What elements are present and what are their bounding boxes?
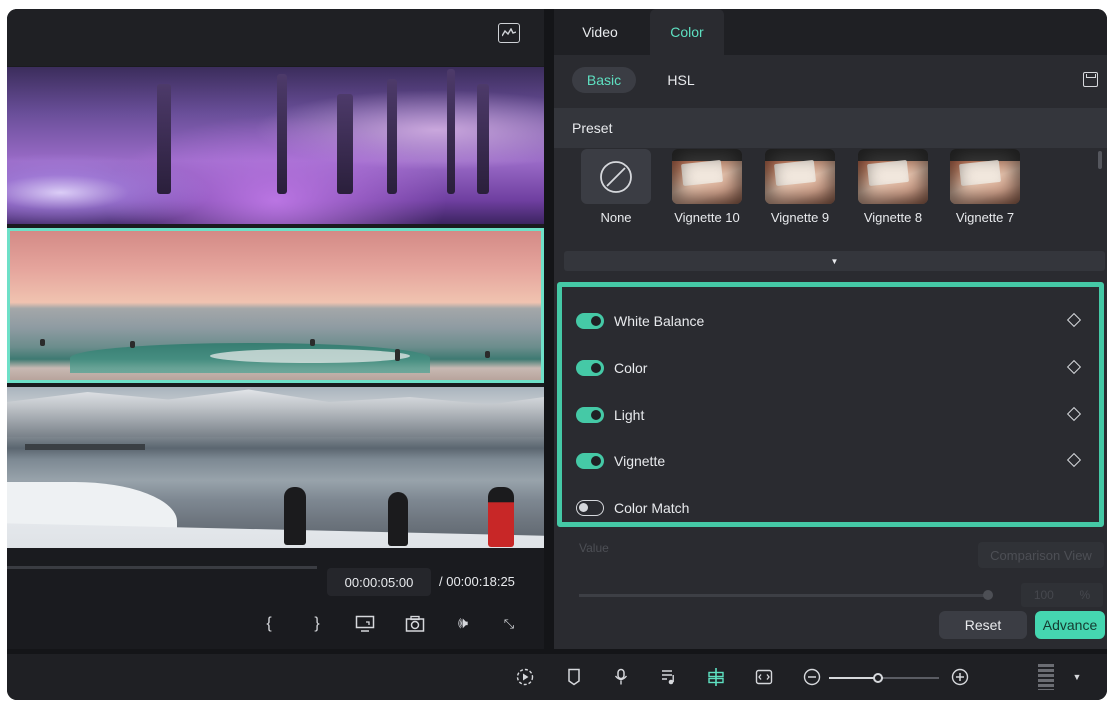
adjustment-label: Color <box>614 360 648 376</box>
preview-clip-surf <box>7 228 544 383</box>
microphone-icon[interactable] <box>610 666 632 688</box>
zoom-slider-knob[interactable] <box>873 673 883 683</box>
adjustment-row-light: Light <box>576 403 1091 427</box>
zoom-out-icon[interactable] <box>801 666 823 688</box>
preset-thumbnail <box>765 149 835 204</box>
vignette-toggle[interactable] <box>576 453 604 469</box>
value-label: Value <box>579 541 609 555</box>
adjustment-label: White Balance <box>614 313 705 329</box>
keyframe-icon[interactable] <box>1066 359 1082 375</box>
playback-progress[interactable] <box>7 566 317 569</box>
expand-icon[interactable]: ⤡ <box>498 613 520 635</box>
preset-thumbnail <box>950 149 1020 204</box>
subtab-basic[interactable]: Basic <box>572 67 636 93</box>
mark-out-button[interactable]: } <box>307 613 327 635</box>
current-timecode[interactable]: 00:00:05:00 <box>327 568 431 596</box>
white-balance-toggle[interactable] <box>576 313 604 329</box>
mark-in-button[interactable]: { <box>259 613 279 635</box>
preset-label: Vignette 10 <box>674 210 740 225</box>
preview-clip-forest <box>7 67 544 224</box>
adjustment-row-vignette: Vignette <box>576 449 1091 473</box>
scope-icon[interactable] <box>498 23 520 43</box>
keyframe-icon[interactable] <box>1066 452 1082 468</box>
preset-header: Preset <box>554 108 1107 148</box>
save-preset-icon[interactable] <box>1083 72 1098 87</box>
bottom-toolbar: ▼ <box>7 654 1107 700</box>
fit-icon[interactable] <box>753 666 775 688</box>
preset-label: Vignette 9 <box>770 210 830 225</box>
preset-vignette-8[interactable]: Vignette 8 <box>853 149 933 225</box>
preset-label: Vignette 7 <box>955 210 1015 225</box>
preview-header <box>7 9 544 66</box>
render-icon[interactable] <box>514 666 536 688</box>
color-toggle[interactable] <box>576 360 604 376</box>
adjustment-label: Color Match <box>614 500 690 516</box>
adjustment-label: Vignette <box>614 453 666 469</box>
preview-clip-snow <box>7 387 544 548</box>
preset-thumbnail <box>672 149 742 204</box>
volume-icon[interactable]: 🕪 <box>451 613 475 635</box>
preset-expand-button[interactable]: ▼ <box>564 251 1105 271</box>
adjustment-row-white-balance: White Balance <box>576 309 1091 333</box>
adjustment-label: Light <box>614 407 645 423</box>
zoom-slider[interactable] <box>829 673 939 683</box>
total-duration: / 00:00:18:25 <box>439 574 515 589</box>
chevron-down-icon: ▼ <box>830 256 839 266</box>
color-match-toggle[interactable] <box>576 500 604 516</box>
screen-icon[interactable] <box>353 613 377 635</box>
comparison-view-button[interactable]: Comparison View <box>978 542 1104 568</box>
music-list-icon[interactable] <box>658 666 680 688</box>
marker-icon[interactable] <box>563 666 585 688</box>
preset-thumbnail <box>858 149 928 204</box>
camera-icon[interactable] <box>403 613 427 635</box>
none-icon <box>581 149 651 204</box>
preset-none[interactable]: None <box>576 149 656 225</box>
panel-tabs: Video Color <box>554 9 1107 55</box>
keyframe-icon[interactable] <box>1066 406 1082 422</box>
advance-button[interactable]: Advance <box>1035 611 1105 639</box>
preset-vignette-7[interactable]: Vignette 7 <box>945 149 1025 225</box>
value-field[interactable]: 100 % <box>1021 583 1103 607</box>
preset-vignette-10[interactable]: Vignette 10 <box>667 149 747 225</box>
preset-vignette-9[interactable]: Vignette 9 <box>760 149 840 225</box>
adjustment-row-color: Color <box>576 356 1091 380</box>
adjustments-section: White Balance Color Light Vignette Color <box>557 282 1104 527</box>
reset-button[interactable]: Reset <box>939 611 1027 639</box>
slider-knob[interactable] <box>983 590 993 600</box>
preset-scrollbar[interactable] <box>1098 151 1102 169</box>
value-number: 100 <box>1033 588 1054 602</box>
grid-icon[interactable] <box>1038 664 1054 690</box>
app-window: 00:00:05:00 / 00:00:18:25 { } 🕪 ⤡ Video … <box>7 9 1107 700</box>
value-slider[interactable] <box>579 590 993 600</box>
split-icon[interactable] <box>705 666 727 688</box>
tab-video[interactable]: Video <box>572 9 628 55</box>
zoom-in-icon[interactable] <box>949 666 971 688</box>
color-panel: Video Color Basic HSL Preset None Vignet… <box>554 9 1107 649</box>
chevron-down-icon[interactable]: ▼ <box>1066 666 1088 688</box>
light-toggle[interactable] <box>576 407 604 423</box>
subtab-hsl[interactable]: HSL <box>656 67 706 93</box>
keyframe-icon[interactable] <box>1066 312 1082 328</box>
adjustment-row-color-match: Color Match <box>576 496 1091 520</box>
preview-panel: 00:00:05:00 / 00:00:18:25 { } 🕪 ⤡ <box>7 9 544 649</box>
value-unit: % <box>1079 588 1091 602</box>
tab-color[interactable]: Color <box>650 9 724 55</box>
preset-label: None <box>600 210 632 225</box>
preset-label: Vignette 8 <box>863 210 923 225</box>
